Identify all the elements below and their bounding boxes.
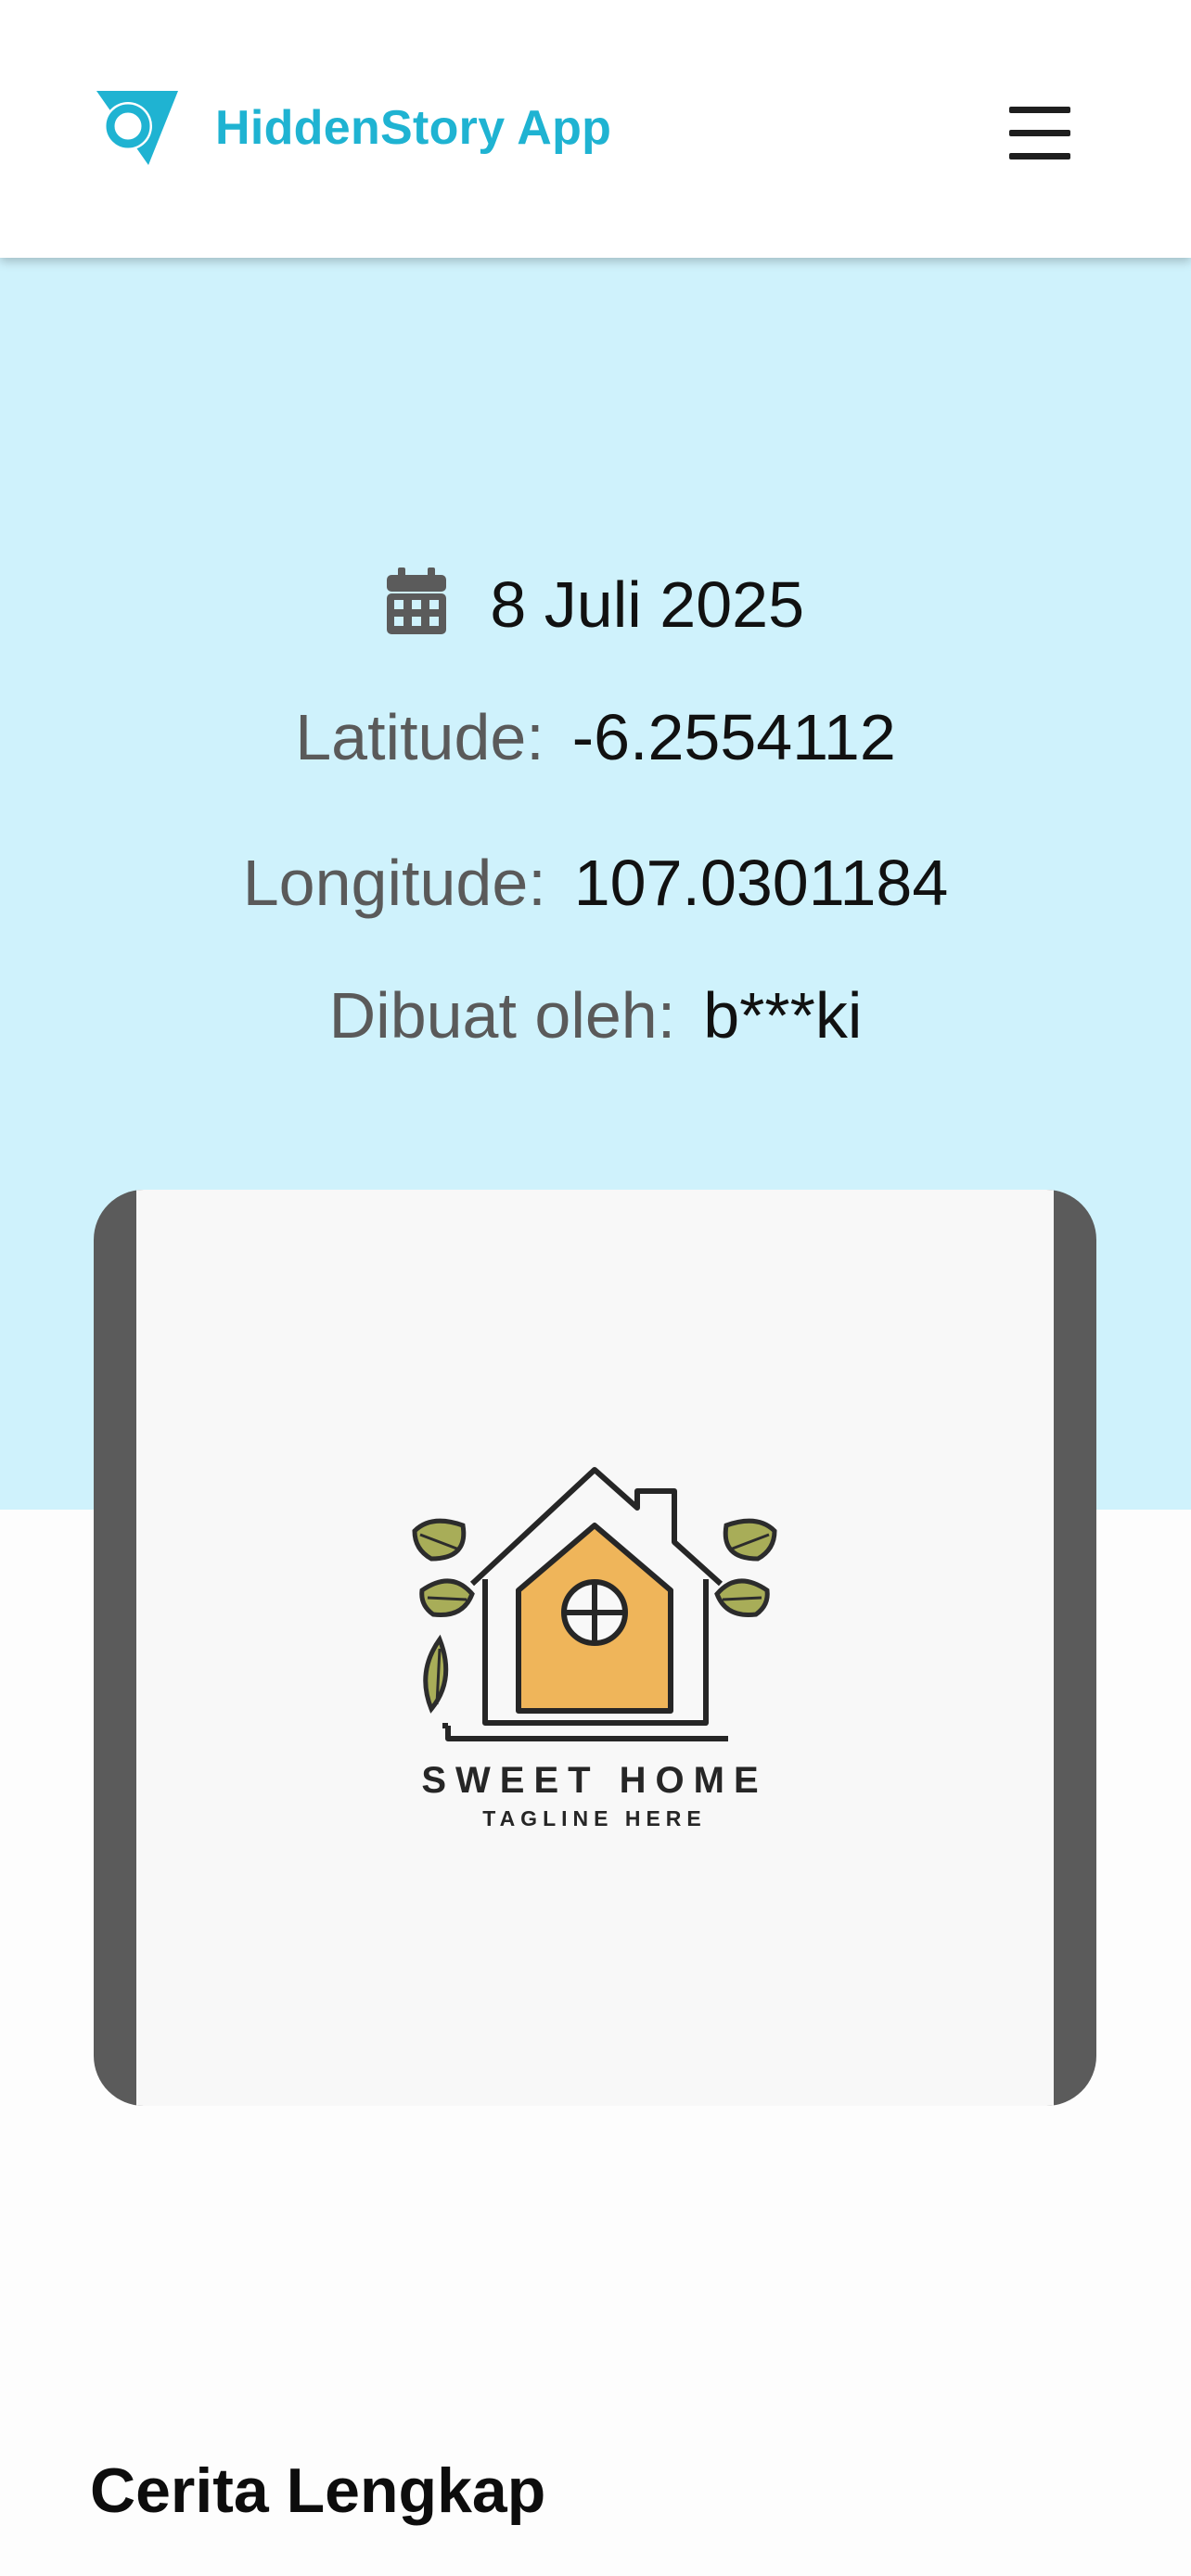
calendar-icon — [386, 567, 446, 634]
sweet-home-text: SWEET HOME — [421, 1760, 767, 1801]
tagline-text: TAGLINE HERE — [482, 1806, 707, 1830]
target-logo-icon — [96, 91, 178, 165]
longitude-value: 107.0301184 — [573, 847, 949, 919]
latitude-row: Latitude: -6.2554112 — [0, 700, 1191, 774]
latitude-label: Latitude: — [295, 701, 544, 773]
longitude-row: Longitude: 107.0301184 — [0, 846, 1191, 920]
story-image-card[interactable]: SWEET HOME TAGLINE HERE — [94, 1190, 1096, 2106]
app-name: HiddenStory App — [215, 101, 612, 155]
latitude-value: -6.2554112 — [571, 701, 896, 773]
sweet-home-logo-image: SWEET HOME TAGLINE HERE — [412, 1467, 777, 1830]
author-label: Dibuat oleh: — [328, 979, 676, 1052]
date-value: 8 Juli 2025 — [490, 568, 805, 641]
longitude-label: Longitude: — [242, 847, 546, 919]
story-date: 8 Juli 2025 — [0, 567, 1191, 642]
author-value: b***ki — [703, 979, 863, 1052]
hamburger-menu-icon[interactable] — [1009, 102, 1070, 163]
full-story-heading: Cerita Lengkap — [90, 2455, 546, 2526]
author-row: Dibuat oleh: b***ki — [0, 978, 1191, 1052]
story-image: SWEET HOME TAGLINE HERE — [136, 1190, 1054, 2106]
brand-link[interactable]: HiddenStory App — [95, 85, 611, 171]
app-header: HiddenStory App — [0, 0, 1191, 258]
